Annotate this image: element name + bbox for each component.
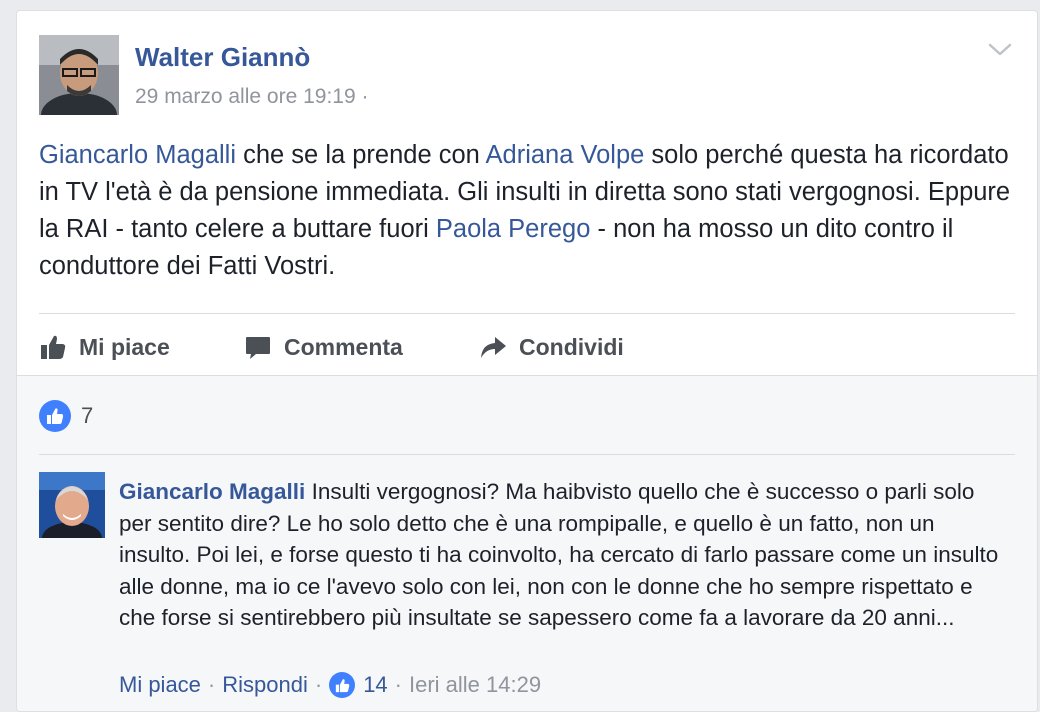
footer-dot: · <box>207 672 216 697</box>
like-button[interactable]: Mi piace <box>39 329 170 365</box>
actions-divider <box>39 313 1015 314</box>
post-card: Walter Giannò 29 marzo alle ore 19:19 · … <box>16 10 1038 712</box>
comment-button[interactable]: Commenta <box>244 329 403 365</box>
author-avatar[interactable] <box>39 35 119 115</box>
share-button-label: Condividi <box>519 333 624 360</box>
comment-like-link[interactable]: Mi piace <box>119 672 201 698</box>
commenter-avatar[interactable] <box>39 472 105 538</box>
post-timestamp[interactable]: 29 marzo alle ore 19:19 <box>135 85 356 108</box>
comment-timestamp[interactable]: Ieri alle 14:29 <box>409 672 541 698</box>
like-button-label: Mi piace <box>79 333 170 360</box>
like-badge-icon <box>329 672 356 698</box>
comment-body: Giancarlo Magalli Insulti vergognosi? Ma… <box>119 476 999 634</box>
meta-separator: · <box>355 85 369 108</box>
comment-bubble-icon <box>246 337 270 359</box>
comment-button-label: Commenta <box>284 333 403 360</box>
post-body: Giancarlo Magalli che se la prende con A… <box>39 137 1024 285</box>
thumbs-up-icon <box>41 335 66 359</box>
footer-dot: · <box>314 672 323 697</box>
comments-divider <box>39 454 1015 455</box>
mention-adriana-volpe[interactable]: Adriana Volpe <box>486 141 645 169</box>
post-like-count[interactable]: 7 <box>39 400 93 432</box>
post-meta: 29 marzo alle ore 19:19 · <box>135 85 368 109</box>
comment-reply-link[interactable]: Rispondi <box>222 672 308 698</box>
post-actions-bar: Mi piace Commenta Condividi <box>39 329 739 365</box>
mention-giancarlo-magalli[interactable]: Giancarlo Magalli <box>39 141 236 169</box>
post-like-number: 7 <box>81 403 94 428</box>
share-arrow-icon <box>481 337 506 358</box>
footer-dot: · <box>394 672 402 697</box>
comment-author-name[interactable]: Giancarlo Magalli <box>119 479 305 504</box>
comment-footer: Mi piace · Rispondi · 14 · Ieri alle 14:… <box>119 672 541 698</box>
chevron-down-icon[interactable] <box>985 39 1015 61</box>
like-badge-icon <box>39 400 71 432</box>
post-text-segment: che se la prende con <box>236 141 486 169</box>
reactions-comments-section: 7 Giancarlo Magalli Insulti vergognosi? … <box>17 375 1037 711</box>
share-button[interactable]: Condividi <box>479 329 624 365</box>
comment-like-count[interactable]: 14 <box>363 672 387 698</box>
mention-paola-perego[interactable]: Paola Perego <box>436 215 591 243</box>
post-author-name[interactable]: Walter Giannò <box>135 42 310 73</box>
